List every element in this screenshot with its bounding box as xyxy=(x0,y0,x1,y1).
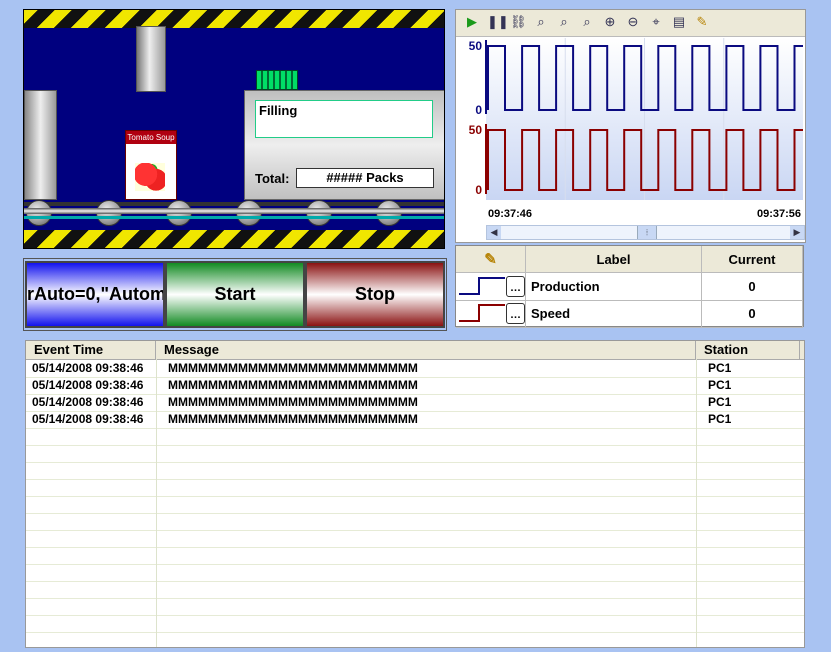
cell-message: MMMMMMMMMMMMMMMMMMMMMMMMM xyxy=(168,395,418,409)
belt-mid xyxy=(24,208,444,214)
scroll-thumb[interactable]: ⦙ xyxy=(637,226,657,239)
play-icon[interactable]: ▶ xyxy=(464,14,480,30)
soup-can: Tomato Soup xyxy=(125,130,177,200)
legend-icon[interactable]: ▤ xyxy=(671,14,687,30)
legend-label: Production xyxy=(526,273,702,300)
empty-row xyxy=(26,564,804,582)
legend-header-label: Label xyxy=(526,246,702,272)
empty-row xyxy=(26,479,804,497)
legend-pen-cell: … xyxy=(456,273,526,300)
cell-event-time: 05/14/2008 09:38:46 xyxy=(32,395,144,409)
reset-zoom-icon[interactable]: ⌖ xyxy=(648,14,664,30)
empty-row xyxy=(26,632,804,647)
pen-line-icon xyxy=(459,277,505,295)
zoom-in-icon[interactable]: ⊕ xyxy=(602,14,618,30)
zoom-y-icon[interactable]: ⌕ xyxy=(579,14,595,30)
cell-message: MMMMMMMMMMMMMMMMMMMMMMMMM xyxy=(168,378,418,392)
grid-header: Event Time Message Station xyxy=(26,341,804,360)
link-icon[interactable]: ⛓ xyxy=(510,14,527,30)
scroll-right-icon[interactable]: ▶ xyxy=(790,226,804,239)
pen-icon[interactable]: ✎ xyxy=(694,14,710,30)
process-mimic: Filling Total: ##### Packs Tomato Soup xyxy=(23,9,445,249)
pen-settings-button[interactable]: … xyxy=(506,303,525,324)
column-header-message[interactable]: Message xyxy=(156,341,696,359)
scroll-left-icon[interactable]: ◀ xyxy=(487,226,501,239)
table-row[interactable]: 05/14/2008 09:38:46 MMMMMMMMMMMMMMMMMMMMM… xyxy=(26,360,804,378)
pause-icon[interactable]: ❚❚ xyxy=(487,14,509,30)
empty-row xyxy=(26,428,804,446)
packing-machine: Filling Total: ##### Packs xyxy=(244,90,444,200)
legend-header-current: Current xyxy=(702,246,803,272)
empty-row xyxy=(26,530,804,548)
trend-legend: ✎ Label Current … Production 0 … Speed 0 xyxy=(455,245,804,328)
cell-station: PC1 xyxy=(708,412,732,426)
legend-current: 0 xyxy=(702,273,803,300)
column-divider xyxy=(696,359,697,647)
table-row[interactable]: 05/14/2008 09:38:46 MMMMMMMMMMMMMMMMMMMMM… xyxy=(26,377,804,395)
start-button[interactable]: Start xyxy=(165,261,305,328)
left-tank xyxy=(24,90,57,200)
hazard-stripe-top xyxy=(24,10,444,28)
trend-scrollbar[interactable]: ◀ ⦙ ▶ xyxy=(486,225,805,240)
event-grid: Event Time Message Station 05/14/2008 09… xyxy=(25,340,805,648)
empty-row xyxy=(26,513,804,531)
total-display: ##### Packs xyxy=(296,168,434,188)
empty-row xyxy=(26,581,804,599)
cell-event-time: 05/14/2008 09:38:46 xyxy=(32,361,144,375)
cell-station: PC1 xyxy=(708,395,732,409)
table-row[interactable]: 05/14/2008 09:38:46 MMMMMMMMMMMMMMMMMMMMM… xyxy=(26,411,804,429)
y-tick-label: 50 xyxy=(469,39,483,53)
legend-row-production[interactable]: … Production 0 xyxy=(456,273,803,301)
column-divider xyxy=(156,359,157,647)
column-header-station[interactable]: Station xyxy=(696,341,800,359)
cell-station: PC1 xyxy=(708,378,732,392)
cell-event-time: 05/14/2008 09:38:46 xyxy=(32,378,144,392)
belt-bottom xyxy=(24,216,444,219)
cell-message: MMMMMMMMMMMMMMMMMMMMMMMMM xyxy=(168,412,418,426)
empty-row xyxy=(26,445,804,463)
legend-header: ✎ Label Current xyxy=(456,246,803,273)
y-tick-label: 0 xyxy=(475,183,482,197)
hazard-stripe-bottom xyxy=(24,230,444,248)
empty-row xyxy=(26,462,804,480)
time-axis-start: 09:37:46 xyxy=(488,208,533,220)
tomato-image xyxy=(135,163,165,191)
zoom-out-icon[interactable]: ⊖ xyxy=(625,14,641,30)
legend-row-speed[interactable]: … Speed 0 xyxy=(456,300,803,328)
cell-station: PC1 xyxy=(708,361,732,375)
table-row[interactable]: 05/14/2008 09:38:46 MMMMMMMMMMMMMMMMMMMMM… xyxy=(26,394,804,412)
valve-block xyxy=(256,70,298,90)
soup-can-label: Tomato Soup xyxy=(126,131,176,144)
trend-plot: 50 0 50 0 xyxy=(469,38,803,200)
cell-event-time: 05/14/2008 09:38:46 xyxy=(32,412,144,426)
legend-label: Speed xyxy=(526,300,702,327)
zoom-area-icon[interactable]: ⌕ xyxy=(533,14,549,30)
y-tick-label: 0 xyxy=(475,103,482,117)
legend-current: 0 xyxy=(702,300,803,327)
conveyor xyxy=(24,198,444,226)
trend-toolbar: ▶ ❚❚ ⛓ ⌕ ⌕ ⌕ ⊕ ⊖ ⌖ ▤ ✎ xyxy=(456,10,805,37)
empty-row xyxy=(26,496,804,514)
cell-message: MMMMMMMMMMMMMMMMMMMMMMMMM xyxy=(168,361,418,375)
column-header-event-time[interactable]: Event Time xyxy=(26,341,156,359)
pen-icon: ✎ xyxy=(456,246,526,272)
empty-row xyxy=(26,598,804,616)
empty-row xyxy=(26,547,804,565)
trend-chart: ▶ ❚❚ ⛓ ⌕ ⌕ ⌕ ⊕ ⊖ ⌖ ▤ ✎ 50 0 50 0 09:37:46 0… xyxy=(455,9,806,243)
pen-line-icon xyxy=(459,304,505,322)
empty-row xyxy=(26,615,804,633)
mode-button[interactable]: rAuto=0,"Autom xyxy=(25,261,165,328)
total-label: Total: xyxy=(255,171,290,186)
pen-settings-button[interactable]: … xyxy=(506,276,525,297)
time-axis-end: 09:37:56 xyxy=(756,208,801,220)
legend-pen-cell: … xyxy=(456,300,526,327)
filler-piston xyxy=(136,26,166,92)
stop-button[interactable]: Stop xyxy=(305,261,445,328)
zoom-x-icon[interactable]: ⌕ xyxy=(556,14,572,30)
status-display: Filling xyxy=(255,100,433,138)
y-tick-label: 50 xyxy=(469,123,483,137)
